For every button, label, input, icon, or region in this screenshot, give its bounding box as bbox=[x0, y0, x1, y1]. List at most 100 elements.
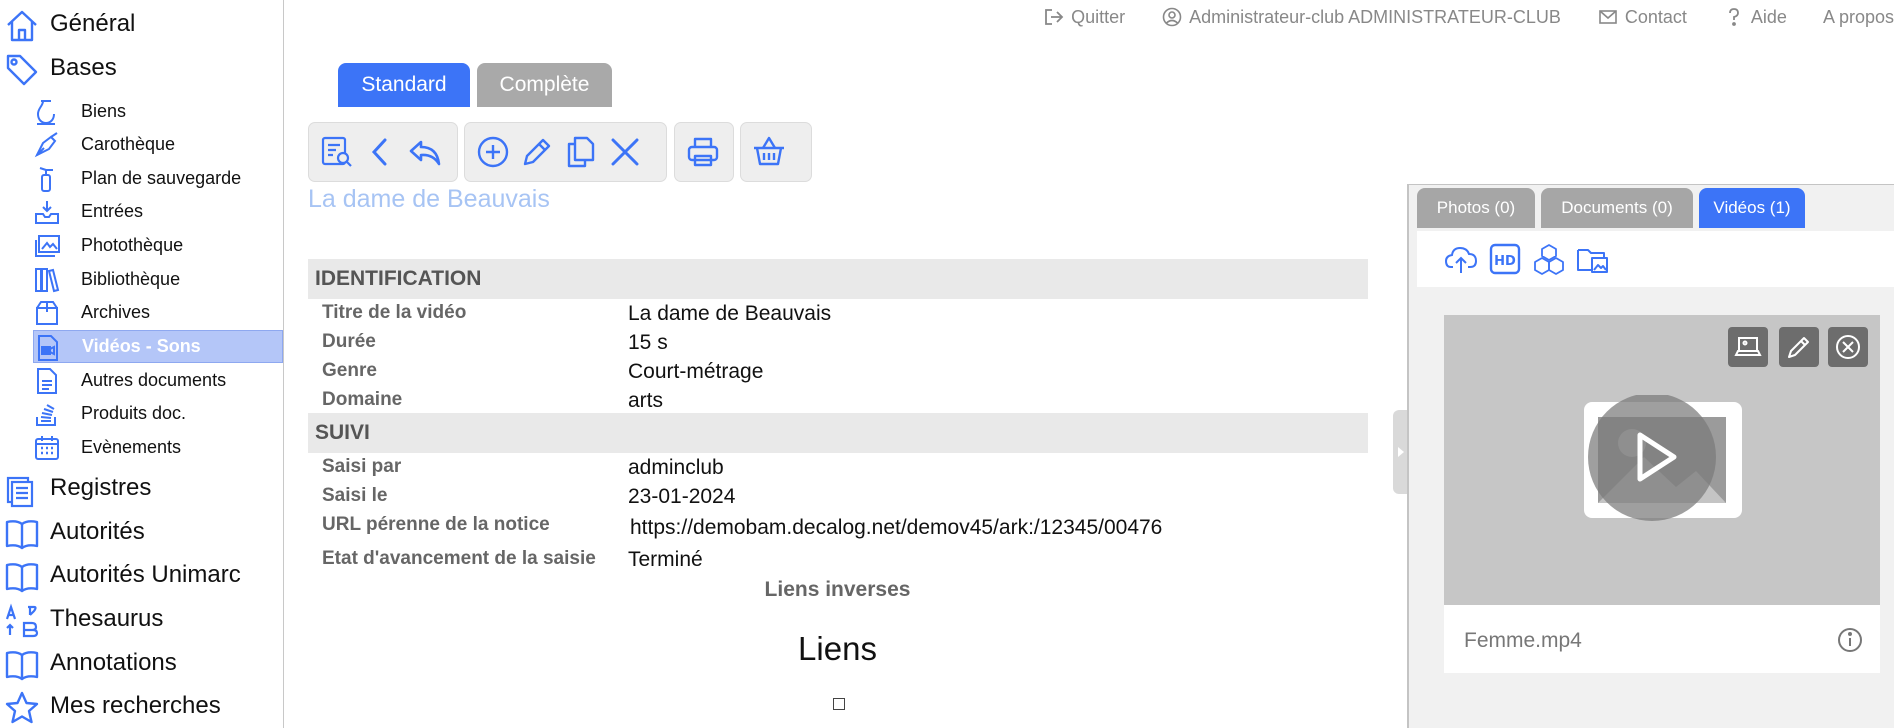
user-name: Administrateur-club ADMINISTRATEUR-CLUB bbox=[1189, 6, 1561, 27]
user-circle-icon bbox=[1162, 7, 1182, 27]
sidebar-item-mes-recherches[interactable]: Mes recherches bbox=[0, 684, 283, 728]
field-label: Domaine bbox=[322, 389, 403, 410]
print-button[interactable] bbox=[681, 130, 725, 174]
tab-photos[interactable]: Photos (0) bbox=[1417, 188, 1535, 228]
user-account-link[interactable]: Administrateur-club ADMINISTRATEUR-CLUB bbox=[1161, 6, 1561, 28]
open-book-icon bbox=[5, 651, 39, 681]
sidebar-item-plan-de-sauvegarde[interactable]: Plan de sauvegarde bbox=[33, 162, 283, 195]
open-book-icon bbox=[5, 520, 39, 550]
tab-documents[interactable]: Documents (0) bbox=[1541, 188, 1693, 228]
tab-standard[interactable]: Standard bbox=[338, 63, 470, 107]
basket-icon bbox=[754, 136, 784, 166]
field-label: Titre de la vidéo bbox=[322, 302, 467, 323]
sidebar-item-label: Général bbox=[50, 10, 136, 37]
sidebar-item-label: Bases bbox=[50, 54, 117, 81]
help-link[interactable]: Aide bbox=[1723, 6, 1787, 28]
document-icon bbox=[37, 368, 57, 394]
sidebar-item-general[interactable]: Général bbox=[0, 2, 283, 46]
sidebar-item-videos-sons[interactable]: Vidéos - Sons bbox=[33, 330, 283, 363]
hd-button[interactable]: HD bbox=[1483, 237, 1527, 281]
registers-icon bbox=[6, 476, 34, 508]
video-filename: Femme.mp4 bbox=[1464, 629, 1582, 652]
permalink-url[interactable]: https://demobam.decalog.net/demov45/ark:… bbox=[630, 516, 1162, 540]
stack-icon bbox=[36, 404, 56, 426]
field-label: Durée bbox=[322, 331, 376, 352]
sidebar-item-label: Produits doc. bbox=[81, 403, 187, 423]
sidebar-item-autres-documents[interactable]: Autres documents bbox=[33, 364, 283, 397]
sidebar-item-label: Entrées bbox=[81, 201, 144, 221]
field-value: La dame de Beauvais bbox=[628, 302, 832, 325]
edit-video-button[interactable] bbox=[1779, 327, 1819, 367]
about-link[interactable]: A propos bbox=[1823, 7, 1894, 28]
sidebar-item-autorites-unimarc[interactable]: Autorités Unimarc bbox=[0, 553, 283, 597]
cloud-upload-icon bbox=[1444, 246, 1478, 273]
field-label: Genre bbox=[322, 360, 377, 381]
sidebar-item-label: Carothèque bbox=[81, 134, 176, 154]
sidebar-item-archives[interactable]: Archives bbox=[33, 296, 283, 329]
back-button[interactable] bbox=[403, 130, 447, 174]
sidebar-item-carotheque[interactable]: Carothèque bbox=[33, 128, 283, 161]
about-label: A propos bbox=[1822, 6, 1894, 27]
links-heading: Liens bbox=[798, 630, 877, 667]
field-label: Saisi le bbox=[322, 485, 388, 506]
sidebar-item-label: Autorités bbox=[50, 518, 145, 545]
quit-link[interactable]: Quitter bbox=[1043, 6, 1125, 28]
sidebar-item-label: Thesaurus bbox=[50, 605, 164, 632]
upload-button[interactable] bbox=[1439, 237, 1483, 281]
play-overlay-icon[interactable] bbox=[1584, 395, 1742, 555]
field-label: Etat d'avancement de la saisie bbox=[322, 548, 596, 569]
tag-icon bbox=[6, 54, 38, 86]
set-cover-button[interactable] bbox=[1728, 327, 1768, 367]
sidebar-item-evenements[interactable]: Evènements bbox=[33, 431, 283, 464]
search-list-button[interactable] bbox=[315, 130, 359, 174]
media-toolbar: HD bbox=[1417, 231, 1894, 287]
vase-icon bbox=[36, 100, 55, 125]
sidebar-item-thesaurus[interactable]: Thesaurus bbox=[0, 597, 283, 641]
sidebar-item-label: Plan de sauvegarde bbox=[81, 168, 242, 188]
field-value: Court-métrage bbox=[628, 360, 764, 383]
media-panel: Photos (0) Documents (0) Vidéos (1) HD F… bbox=[1407, 184, 1894, 728]
previous-button[interactable] bbox=[359, 130, 403, 174]
3d-objects-button[interactable] bbox=[1527, 237, 1571, 281]
folder-images-button[interactable] bbox=[1571, 237, 1615, 281]
sidebar-item-phototheque[interactable]: Photothèque bbox=[33, 229, 283, 262]
sidebar-item-bases[interactable]: Bases bbox=[0, 46, 283, 90]
sidebar-item-label: Annotations bbox=[50, 649, 177, 676]
add-button[interactable] bbox=[471, 130, 515, 174]
remove-video-button[interactable] bbox=[1828, 327, 1868, 367]
tab-videos[interactable]: Vidéos (1) bbox=[1699, 188, 1805, 228]
field-value: arts bbox=[628, 389, 664, 412]
contact-link[interactable]: Contact bbox=[1597, 6, 1687, 28]
delete-button[interactable] bbox=[603, 130, 647, 174]
quit-label: Quitter bbox=[1071, 6, 1126, 27]
sidebar-item-registres[interactable]: Registres bbox=[0, 466, 283, 510]
info-icon[interactable] bbox=[1836, 626, 1864, 654]
edit-button[interactable] bbox=[515, 130, 559, 174]
laptop-image-icon bbox=[1734, 337, 1762, 356]
sidebar-item-bibliotheque[interactable]: Bibliothèque bbox=[33, 263, 283, 296]
pencil-icon bbox=[1788, 337, 1809, 358]
sidebar-item-biens[interactable]: Biens bbox=[33, 95, 283, 128]
photo-icon bbox=[35, 235, 60, 257]
home-icon bbox=[7, 10, 37, 42]
calendar-icon bbox=[35, 436, 59, 460]
sort-az-icon bbox=[5, 603, 39, 638]
chevron-right-icon bbox=[1398, 447, 1404, 457]
basket-button[interactable] bbox=[747, 130, 791, 174]
sidebar-item-entrees[interactable]: Entrées bbox=[33, 195, 283, 228]
print-tool-group bbox=[674, 122, 734, 182]
video-thumbnail[interactable] bbox=[1444, 315, 1880, 605]
sidebar-item-produits-doc[interactable]: Produits doc. bbox=[33, 397, 283, 430]
inbox-download-icon bbox=[35, 201, 59, 224]
sidebar-item-label: Autorités Unimarc bbox=[50, 561, 241, 588]
sidebar-item-label: Archives bbox=[81, 302, 151, 322]
star-icon bbox=[5, 691, 39, 724]
field-label: URL pérenne de la notice bbox=[322, 514, 550, 535]
tab-complete[interactable]: Complète bbox=[477, 63, 612, 107]
sidebar-item-autorites[interactable]: Autorités bbox=[0, 510, 283, 554]
duplicate-button[interactable] bbox=[559, 130, 603, 174]
fire-extinguisher-icon bbox=[39, 167, 53, 192]
video-file-icon bbox=[38, 335, 58, 361]
links-checkbox[interactable] bbox=[833, 698, 845, 710]
sidebar-item-annotations[interactable]: Annotations bbox=[0, 641, 283, 685]
